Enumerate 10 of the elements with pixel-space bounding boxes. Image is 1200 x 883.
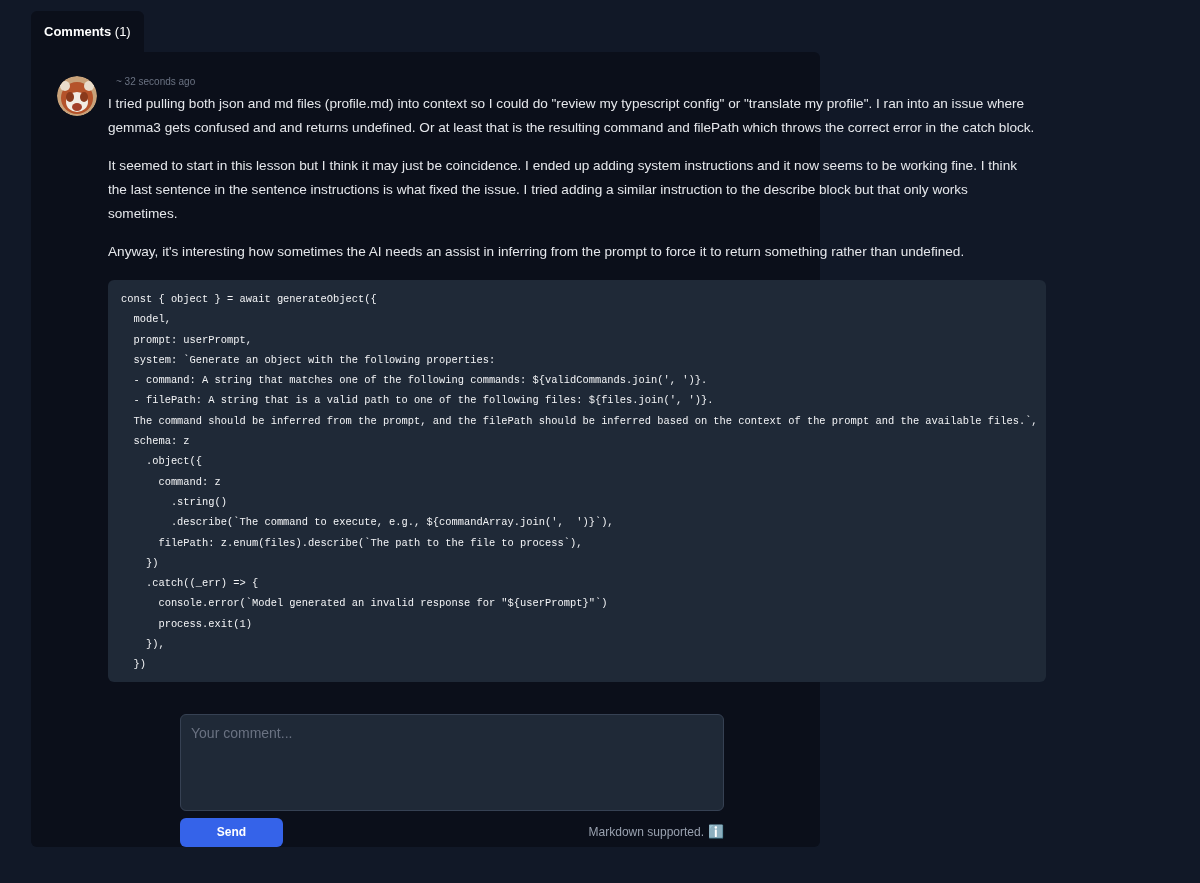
comment-paragraph: It seemed to start in this lesson but I think it may just be coincidence. I ended up adding system instructions and it now seems to be working fine. I think the last sentence in the sentence instructions is what fixed the issue. I tried adding a similar instruction to the describe block but that only works sometimes. xyxy=(108,157,1018,223)
markdown-hint: Markdown supported. xyxy=(588,824,704,842)
comment-paragraph: I tried pulling both json and md files (profile.md) into context so I could do "review my typescript config" or "translate my profile". I ran into an issue where gemma3 gets confused and and returns undefined. Or at least that is the resulting command and filePath which throws the correct error in the catch block. xyxy=(108,95,1036,137)
comments-tab[interactable]: Comments (1) xyxy=(31,11,144,52)
code-block: const { object } = await generateObject({ model, prompt: userPrompt, system: `Generate an object with the following properties: - command: A string that matches one of the following commands: ${validCommands.join(', ')}. - filePath: A string that is a valid path to one of the following files: ${files.join(', ')}. The command should be inferred from the prompt, and the filePath should be inferred based on the context of the prompt and the available files.`, schema: z .object({ command: z .string() .describe(`The command to execute, e.g., ${commandArray.join(', ')}`), filePath: z.enum(files).describe(`The path to the file to process`), }) .catch((_err) => { console.error(`Model generated an invalid response for "${userPrompt}"`) process.exit(1) }), }) xyxy=(108,280,1046,682)
comment-input[interactable]: Your comment... xyxy=(180,713,724,811)
send-button[interactable]: Send xyxy=(180,817,283,847)
comment-paragraph: Anyway, it's interesting how sometimes the AI needs an assist in inferring from the prompt to force it to return something rather than undefined. xyxy=(108,243,966,261)
info-icon[interactable]: ℹ xyxy=(708,822,724,842)
comment-time: ~ 32 seconds ago xyxy=(116,75,197,89)
